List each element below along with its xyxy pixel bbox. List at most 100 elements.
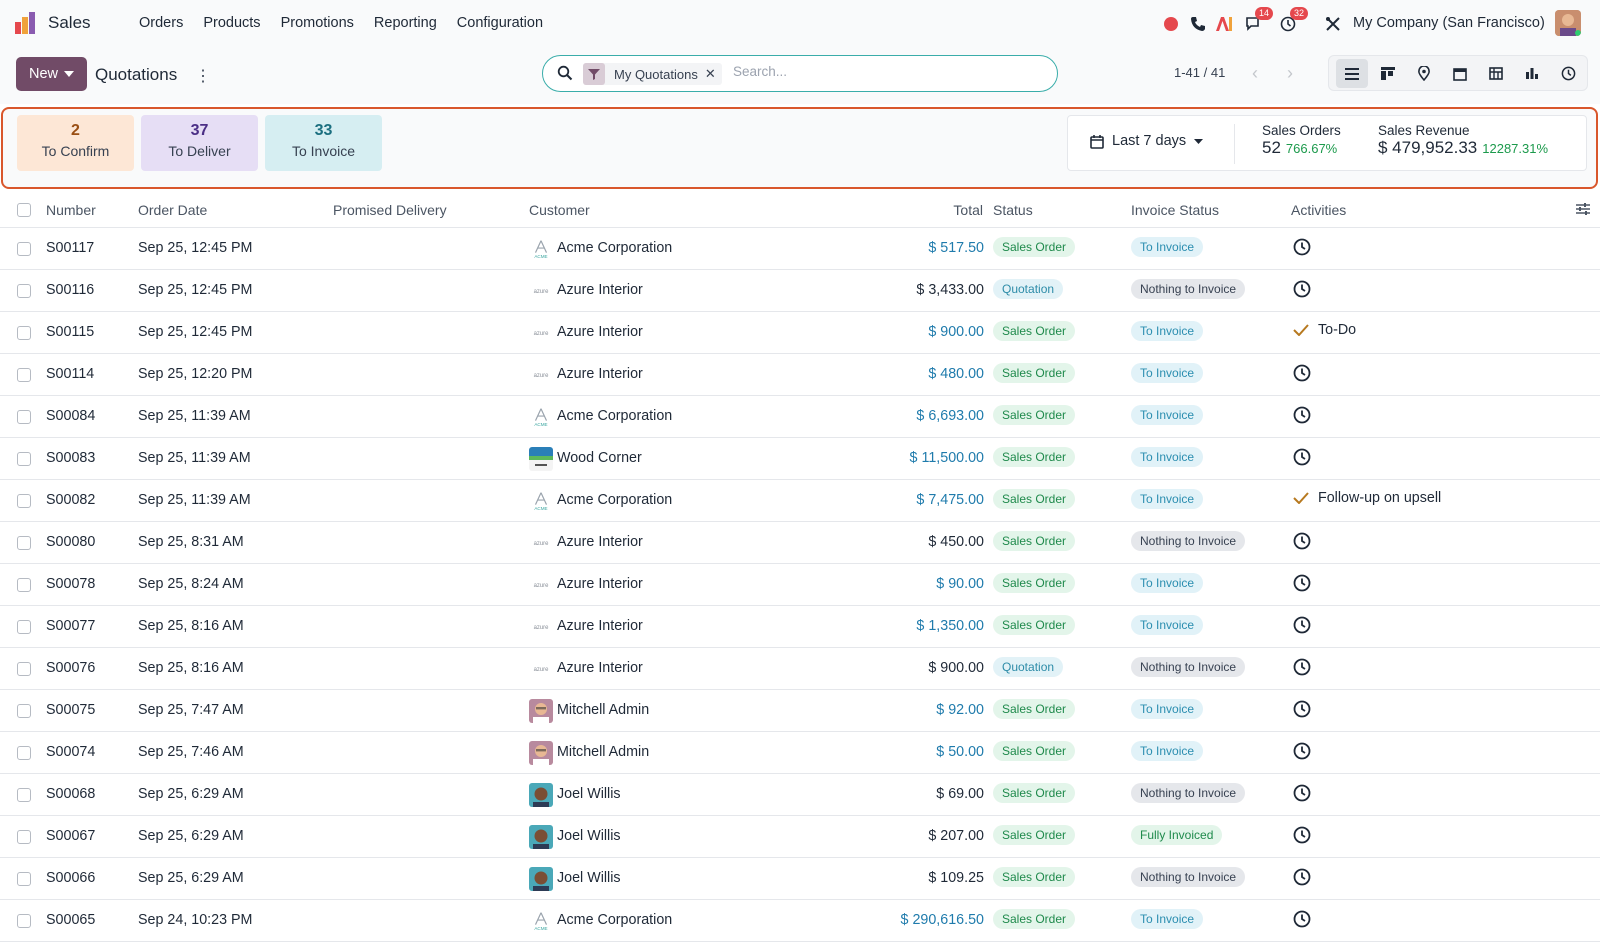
graph-view-icon[interactable] [1516, 59, 1548, 88]
calendar-view-icon[interactable] [1444, 59, 1476, 88]
col-promised-delivery[interactable]: Promised Delivery [333, 202, 447, 218]
tile-to-confirm[interactable]: 2 To Confirm [17, 115, 134, 171]
row-checkbox[interactable] [17, 914, 31, 928]
activity-cell[interactable] [1293, 532, 1311, 550]
pivot-view-icon[interactable] [1480, 59, 1512, 88]
order-total: $ 290,616.50 [900, 912, 984, 928]
kanban-view-icon[interactable] [1372, 59, 1404, 88]
activity-cell[interactable] [1293, 658, 1311, 676]
row-checkbox[interactable] [17, 662, 31, 676]
activity-clock-icon[interactable]: 32 [1278, 7, 1308, 34]
period-selector[interactable]: Last 7 days [1090, 133, 1204, 149]
activity-cell[interactable] [1293, 280, 1311, 298]
activity-cell[interactable] [1293, 364, 1311, 382]
optional-columns-icon[interactable] [1576, 202, 1590, 216]
activity-cell[interactable] [1293, 742, 1311, 760]
sales-app-icon[interactable] [15, 12, 37, 34]
row-checkbox[interactable] [17, 494, 31, 508]
row-checkbox[interactable] [17, 536, 31, 550]
status-badge: Sales Order [993, 615, 1076, 635]
col-total[interactable]: Total [953, 202, 983, 218]
menu-promotions[interactable]: Promotions [281, 15, 354, 31]
ai-icon[interactable] [1214, 14, 1234, 34]
select-all-checkbox[interactable] [17, 203, 31, 217]
col-order-date[interactable]: Order Date [138, 202, 207, 218]
activity-cell[interactable]: To-Do [1293, 322, 1356, 338]
list-view-icon[interactable] [1336, 59, 1368, 88]
row-checkbox[interactable] [17, 368, 31, 382]
table-row[interactable]: S00066 Sep 25, 6:29 AM Joel Willis $ 109.25… [0, 858, 1600, 900]
row-checkbox[interactable] [17, 830, 31, 844]
menu-configuration[interactable]: Configuration [457, 15, 543, 31]
menu-orders[interactable]: Orders [139, 15, 183, 31]
activity-cell[interactable]: Follow-up on upsell [1293, 490, 1441, 506]
kebab-menu-icon[interactable]: ⋮ [195, 66, 211, 86]
activity-cell[interactable] [1293, 784, 1311, 802]
tile-to-invoice[interactable]: 33 To Invoice [265, 115, 382, 171]
row-checkbox[interactable] [17, 872, 31, 886]
table-row[interactable]: S00068 Sep 25, 6:29 AM Joel Willis $ 69.00 S… [0, 774, 1600, 816]
search-icon[interactable] [557, 65, 573, 81]
kpi-sales-revenue[interactable]: Sales Revenue $ 479,952.33 12287.31% [1378, 123, 1548, 158]
menu-reporting[interactable]: Reporting [374, 15, 437, 31]
table-row[interactable]: S00078 Sep 25, 8:24 AM azure Azure Interior… [0, 564, 1600, 606]
col-activities[interactable]: Activities [1291, 202, 1346, 218]
table-row[interactable]: S00082 Sep 25, 11:39 AM ACME Acme Corporati… [0, 480, 1600, 522]
app-name[interactable]: Sales [48, 13, 91, 33]
activity-cell[interactable] [1293, 448, 1311, 466]
row-checkbox[interactable] [17, 242, 31, 256]
pager-value[interactable]: 1-41 / 41 [1174, 65, 1225, 80]
record-icon[interactable] [1161, 14, 1181, 34]
activity-cell[interactable] [1293, 868, 1311, 886]
map-view-icon[interactable] [1408, 59, 1440, 88]
table-row[interactable]: S00077 Sep 25, 8:16 AM azure Azure Interior… [0, 606, 1600, 648]
table-row[interactable]: S00114 Sep 25, 12:20 PM azure Azure Interio… [0, 354, 1600, 396]
table-row[interactable]: S00084 Sep 25, 11:39 AM ACME Acme Corporati… [0, 396, 1600, 438]
col-status[interactable]: Status [993, 202, 1033, 218]
remove-facet-icon[interactable]: ✕ [705, 66, 722, 82]
table-row[interactable]: S00083 Sep 25, 11:39 AM Wood Corner $ 11,50… [0, 438, 1600, 480]
activity-cell[interactable] [1293, 700, 1311, 718]
pager-previous-icon[interactable]: ‹ [1240, 59, 1270, 87]
user-avatar[interactable] [1555, 10, 1581, 36]
table-row[interactable]: S00115 Sep 25, 12:45 PM azure Azure Interio… [0, 312, 1600, 354]
activity-cell[interactable] [1293, 910, 1311, 928]
row-checkbox[interactable] [17, 284, 31, 298]
tools-icon[interactable] [1323, 14, 1343, 34]
tile-to-deliver[interactable]: 37 To Deliver [141, 115, 258, 171]
activity-view-icon[interactable] [1552, 59, 1584, 88]
activity-cell[interactable] [1293, 574, 1311, 592]
row-checkbox[interactable] [17, 578, 31, 592]
activity-cell[interactable] [1293, 826, 1311, 844]
table-row[interactable]: S00080 Sep 25, 8:31 AM azure Azure Interior… [0, 522, 1600, 564]
messages-icon[interactable]: 14 [1243, 7, 1273, 34]
col-number[interactable]: Number [46, 202, 96, 218]
activity-cell[interactable] [1293, 616, 1311, 634]
row-checkbox[interactable] [17, 452, 31, 466]
row-checkbox[interactable] [17, 326, 31, 340]
table-row[interactable]: S00117 Sep 25, 12:45 PM ACME Acme Corporati… [0, 228, 1600, 270]
table-row[interactable]: S00065 Sep 24, 10:23 PM ACME Acme Corporati… [0, 900, 1600, 942]
row-checkbox[interactable] [17, 620, 31, 634]
activity-cell[interactable] [1293, 238, 1311, 256]
row-checkbox[interactable] [17, 788, 31, 802]
col-invoice-status[interactable]: Invoice Status [1131, 202, 1219, 218]
company-switcher[interactable]: My Company (San Francisco) [1353, 15, 1545, 31]
kpi-sales-orders[interactable]: Sales Orders 52 766.67% [1262, 123, 1341, 158]
table-row[interactable]: S00074 Sep 25, 7:46 AM Mitchell Admin $ 50.… [0, 732, 1600, 774]
table-row[interactable]: S00067 Sep 25, 6:29 AM Joel Willis $ 207.00… [0, 816, 1600, 858]
row-checkbox[interactable] [17, 410, 31, 424]
table-row[interactable]: S00076 Sep 25, 8:16 AM azure Azure Interior… [0, 648, 1600, 690]
new-button[interactable]: New [16, 57, 87, 91]
col-customer[interactable]: Customer [529, 202, 590, 218]
table-row[interactable]: S00075 Sep 25, 7:47 AM Mitchell Admin $ 92.… [0, 690, 1600, 732]
activity-cell[interactable] [1293, 406, 1311, 424]
pager-next-icon[interactable]: › [1275, 59, 1305, 87]
phone-icon[interactable] [1188, 14, 1208, 34]
row-checkbox[interactable] [17, 704, 31, 718]
menu-products[interactable]: Products [203, 15, 260, 31]
search-input[interactable] [733, 64, 1033, 79]
row-checkbox[interactable] [17, 746, 31, 760]
table-row[interactable]: S00116 Sep 25, 12:45 PM azure Azure Interio… [0, 270, 1600, 312]
activity-clock-icon [1293, 406, 1311, 424]
